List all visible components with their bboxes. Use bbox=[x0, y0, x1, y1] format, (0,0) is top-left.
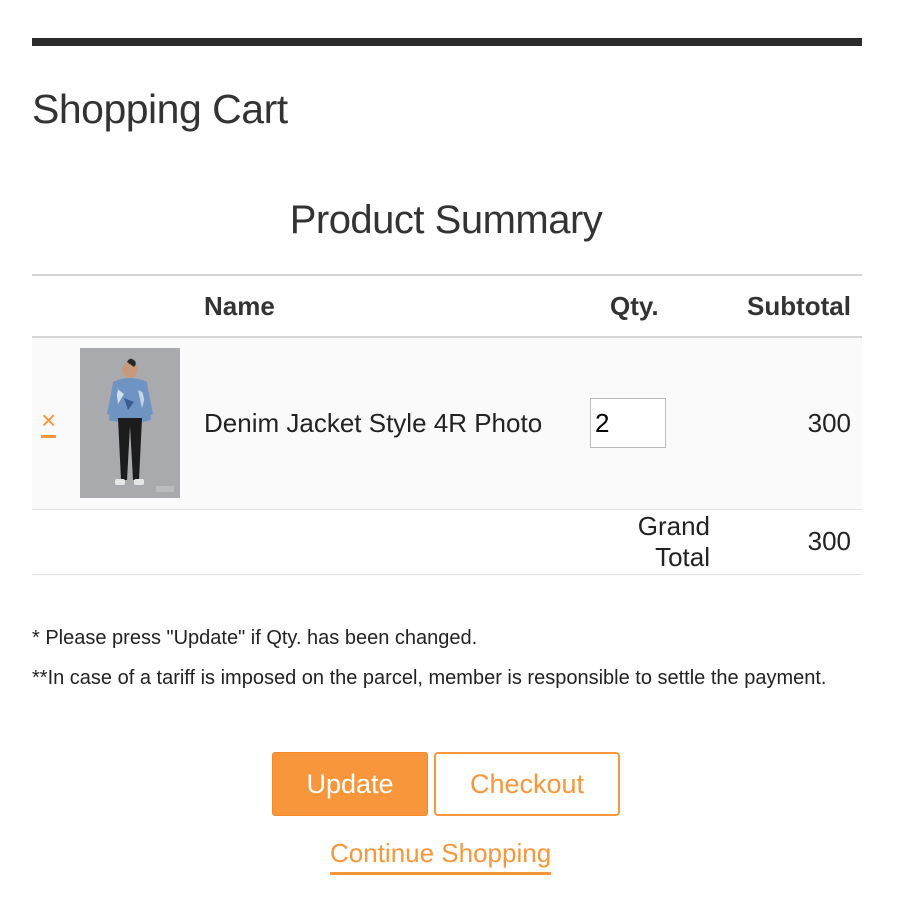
header-qty: Qty. bbox=[610, 290, 659, 321]
grand-total-label: Grand Total bbox=[637, 510, 710, 572]
top-divider bbox=[32, 38, 862, 46]
continue-shopping-link[interactable]: Continue Shopping bbox=[330, 838, 552, 875]
table-row: × Denim Jacket Style 4R Photo 2 300 bbox=[32, 337, 862, 509]
person-photo-icon bbox=[80, 348, 180, 499]
grand-total-value: 300 bbox=[807, 526, 851, 556]
update-button[interactable]: Update bbox=[272, 752, 428, 816]
cart-notes: * Please press "Update" if Qty. has been… bbox=[32, 618, 862, 698]
remove-item-icon[interactable]: × bbox=[41, 407, 57, 438]
shopping-cart-page: Shopping Cart Product Summary Name Qty. … bbox=[0, 0, 900, 912]
grand-total-row: Grand Total 300 bbox=[32, 509, 862, 574]
note-update-qty: * Please press "Update" if Qty. has been… bbox=[32, 627, 478, 649]
quantity-field[interactable] bbox=[590, 398, 666, 449]
product-thumbnail[interactable] bbox=[80, 348, 180, 499]
cart-table: Name Qty. Subtotal × Denim Jacket Style … bbox=[32, 274, 862, 575]
note-tariff: **In case of a tariff is imposed on the … bbox=[32, 667, 827, 689]
header-subtotal: Subtotal bbox=[747, 290, 851, 321]
table-header-row: Name Qty. Subtotal bbox=[32, 275, 862, 337]
item-subtotal: 300 bbox=[807, 407, 851, 438]
checkout-button[interactable]: Checkout bbox=[434, 752, 620, 816]
page-title: Shopping Cart bbox=[32, 86, 288, 132]
product-name: Denim Jacket Style 4R Photo bbox=[204, 407, 543, 438]
summary-title: Product Summary bbox=[289, 198, 603, 242]
header-name: Name bbox=[204, 290, 275, 321]
